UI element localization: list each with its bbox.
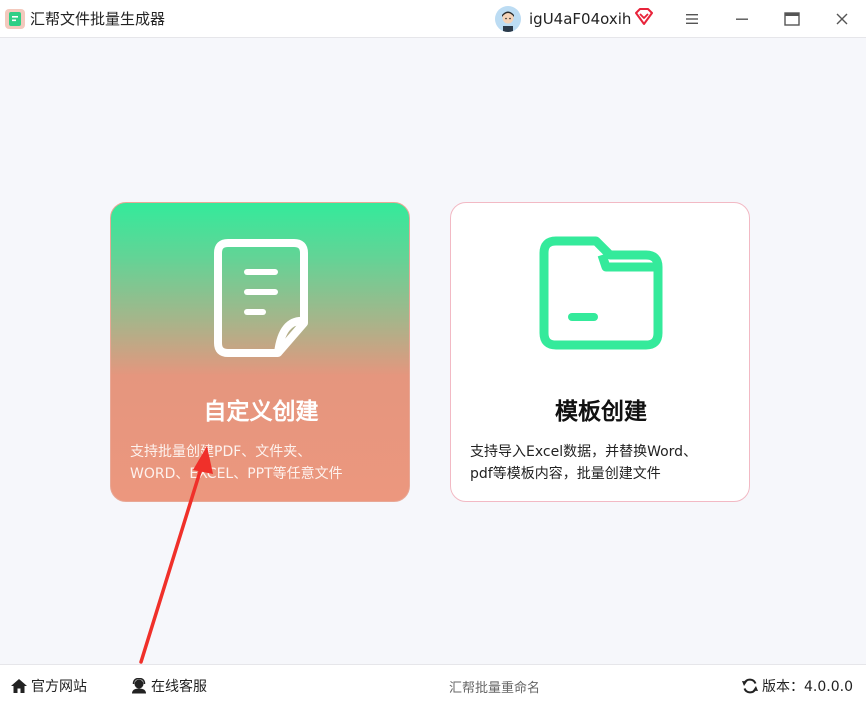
menu-button[interactable] [672, 0, 712, 38]
template-create-title: 模板创建 [555, 399, 647, 425]
document-icon [111, 233, 409, 363]
user-avatar[interactable] [495, 6, 521, 32]
status-bar: 官方网站 在线客服 汇帮批量重命名 版本：4.0.0.0 [0, 664, 866, 710]
version-label: 版本：4.0.0.0 [762, 679, 853, 695]
maximize-icon [784, 12, 800, 26]
customer-service-icon [132, 678, 146, 694]
template-create-desc-line2: pdf等模板内容，批量创建文件 [470, 466, 661, 482]
custom-create-desc-line1: 支持批量创建PDF、文件夹、 [130, 444, 312, 460]
online-service-link[interactable]: 在线客服 [130, 675, 207, 697]
close-button[interactable] [822, 0, 862, 38]
close-icon [836, 13, 848, 25]
custom-create-title: 自定义创建 [203, 399, 319, 425]
maximize-button[interactable] [772, 0, 812, 38]
minimize-icon [736, 18, 748, 20]
template-create-description: 支持导入Excel数据，并替换Word、 pdf等模板内容，批量创建文件 [470, 441, 740, 485]
username[interactable]: igU4aF04oxih [529, 9, 631, 29]
menu-icon [686, 14, 698, 24]
app-window: 汇帮文件批量生成器 igU4aF04oxih 自定义创建 支持批量创建PDF、文… [0, 0, 866, 710]
online-service-label: 在线客服 [151, 679, 207, 695]
official-site-link[interactable]: 官方网站 [10, 675, 87, 697]
version-info: 版本：4.0.0.0 [741, 675, 853, 697]
custom-create-card[interactable]: 自定义创建 支持批量创建PDF、文件夹、 WORD、EXCEL、PPT等任意文件 [110, 202, 410, 502]
refresh-icon[interactable] [741, 678, 759, 694]
custom-create-description: 支持批量创建PDF、文件夹、 WORD、EXCEL、PPT等任意文件 [130, 441, 400, 485]
home-icon [11, 679, 27, 693]
app-logo [5, 9, 25, 29]
minimize-button[interactable] [722, 0, 762, 38]
template-create-desc-line1: 支持导入Excel数据，并替换Word、 [470, 444, 698, 460]
template-create-card[interactable]: 模板创建 支持导入Excel数据，并替换Word、 pdf等模板内容，批量创建文… [450, 202, 750, 502]
vip-diamond-icon[interactable] [634, 8, 654, 26]
official-site-label: 官方网站 [31, 679, 87, 695]
title-bar: 汇帮文件批量生成器 igU4aF04oxih [0, 0, 866, 38]
batch-rename-link[interactable]: 汇帮批量重命名 [449, 675, 540, 697]
custom-create-desc-line2: WORD、EXCEL、PPT等任意文件 [130, 466, 343, 482]
folder-icon [451, 233, 749, 363]
app-title: 汇帮文件批量生成器 [30, 10, 166, 28]
